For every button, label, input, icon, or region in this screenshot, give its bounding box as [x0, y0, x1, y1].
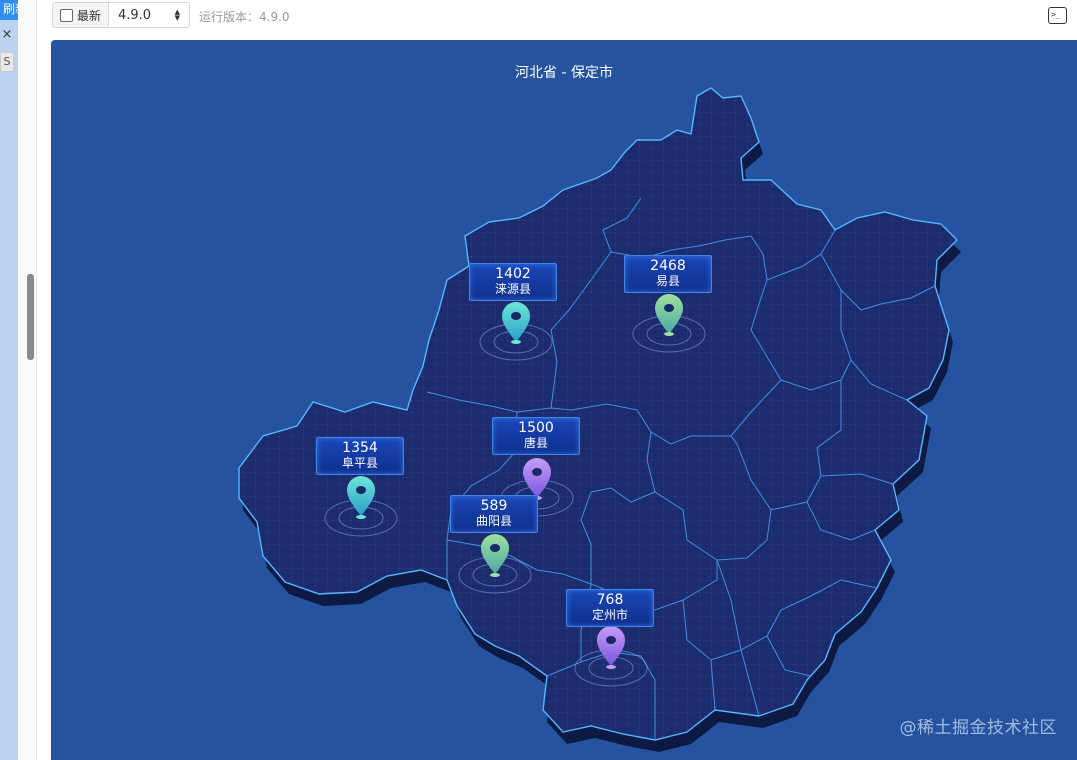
- map-label[interactable]: 768 定州市: [566, 589, 654, 627]
- chart-panel: 河北省 - 保定市 1402 涞源县 2468 易县 1500 唐县 1354 …: [51, 40, 1077, 760]
- map-label[interactable]: 1500 唐县: [492, 417, 580, 455]
- run-version-text: 运行版本：4.9.0: [199, 10, 290, 24]
- label-name: 涞源县: [494, 282, 531, 296]
- label-value: 1402: [495, 266, 531, 282]
- watermark: @稀土掘金技术社区: [899, 718, 1057, 738]
- latest-toggle[interactable]: 最新: [52, 2, 108, 28]
- editor-gutter: [18, 0, 37, 760]
- label-name: 曲阳县: [475, 514, 512, 528]
- close-icon[interactable]: ×: [0, 26, 14, 44]
- version-value: 4.9.0: [118, 7, 152, 23]
- label-value: 2468: [650, 258, 686, 274]
- label-value: 768: [596, 592, 624, 608]
- map-label[interactable]: 2468 易县: [624, 255, 712, 293]
- map-svg: [238, 87, 961, 752]
- label-name: 定州市: [591, 608, 628, 622]
- label-value: 1500: [518, 420, 554, 436]
- map-label[interactable]: 589 曲阳县: [450, 495, 538, 533]
- map-label[interactable]: 1354 阜平县: [316, 437, 404, 475]
- label-value: 589: [480, 498, 508, 514]
- label-name: 易县: [655, 274, 680, 288]
- side-tab[interactable]: S: [0, 52, 14, 72]
- label-name: 唐县: [523, 436, 548, 450]
- terminal-icon[interactable]: >_: [1048, 7, 1067, 24]
- scrollbar-thumb[interactable]: [27, 274, 34, 360]
- label-name: 阜平县: [341, 456, 378, 470]
- map-label[interactable]: 1402 涞源县: [469, 263, 557, 301]
- label-value: 1354: [342, 440, 378, 456]
- latest-label: 最新: [77, 8, 102, 23]
- left-panel: [0, 0, 18, 760]
- version-select[interactable]: 4.9.0 ▲ ▼: [108, 2, 190, 28]
- latest-checkbox[interactable]: [60, 8, 73, 22]
- toolbar: 最新 4.9.0 ▲ ▼ 运行版本：4.9.0 >_: [50, 0, 1077, 32]
- select-arrows-icon: ▲ ▼: [174, 8, 180, 22]
